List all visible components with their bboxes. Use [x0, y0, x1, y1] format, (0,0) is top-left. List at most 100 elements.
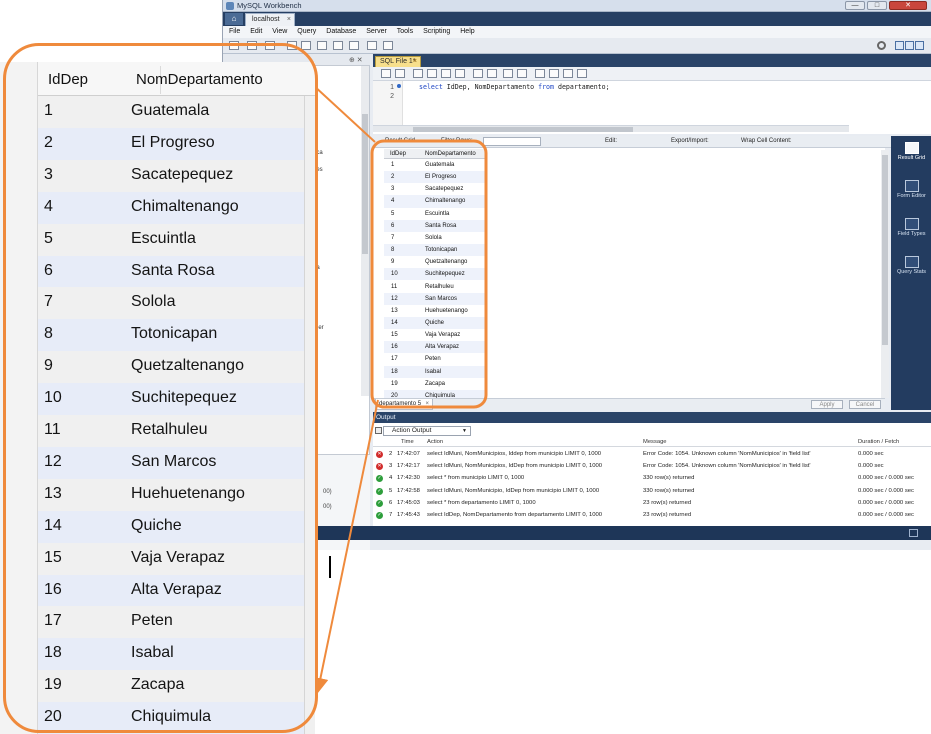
- output-row[interactable]: ✓ 7 17:45:43 select IdDep, NomDepartamento …: [373, 509, 931, 521]
- output-col-time[interactable]: Time: [401, 439, 414, 445]
- stop-icon[interactable]: [455, 69, 465, 78]
- menu-file[interactable]: File: [229, 26, 240, 38]
- cell-iddep[interactable]: 6: [391, 223, 394, 229]
- result-grid-icon[interactable]: Result Grid: [893, 142, 930, 161]
- cell-nomdepartamento[interactable]: Isabal: [425, 369, 441, 375]
- cell-iddep[interactable]: 8: [391, 247, 394, 253]
- table-row[interactable]: 4 Chimaltenango: [384, 195, 486, 208]
- table-row[interactable]: 15 Vaja Verapaz: [384, 329, 486, 341]
- table-row[interactable]: 17 Peten: [384, 353, 486, 365]
- result-scroll-thumb[interactable]: [882, 155, 888, 345]
- tab-departamento-5[interactable]: departamento 5 ×: [375, 399, 433, 410]
- editor-scroll-thumb[interactable]: [413, 127, 633, 132]
- output-row[interactable]: ✕ 3 17:42:17 select IdMuni, NomMunicipios, …: [373, 460, 931, 472]
- explain-icon[interactable]: [441, 69, 451, 78]
- output-col-message[interactable]: Message: [643, 439, 667, 445]
- cell-nomdepartamento[interactable]: Alta Verapaz: [425, 344, 459, 350]
- table-row[interactable]: 10 Suchitepequez: [384, 268, 486, 281]
- autocommit-icon[interactable]: [517, 69, 527, 78]
- cell-nomdepartamento[interactable]: Solola: [425, 235, 442, 241]
- procedure-icon[interactable]: [317, 41, 327, 50]
- menu-scripting[interactable]: Scripting: [423, 26, 450, 38]
- reconnect-icon[interactable]: [383, 41, 393, 50]
- field-types-icon[interactable]: Field Types: [893, 218, 930, 237]
- output-col-duration[interactable]: Duration / Fetch: [858, 439, 899, 445]
- beautify-icon[interactable]: [535, 69, 545, 78]
- gear-icon[interactable]: [877, 41, 886, 50]
- output-type-select[interactable]: Action Output ▼: [383, 426, 471, 436]
- cell-iddep[interactable]: 16: [391, 344, 398, 350]
- execute-icon[interactable]: [413, 69, 423, 78]
- table-row[interactable]: 6 Santa Rosa: [384, 219, 486, 232]
- cell-iddep[interactable]: 3: [391, 186, 394, 192]
- cell-nomdepartamento[interactable]: Huehuetenango: [425, 308, 468, 314]
- open-file-icon[interactable]: [381, 69, 391, 78]
- cell-iddep[interactable]: 11: [391, 284, 397, 290]
- toggle-sidebar-icon[interactable]: [895, 41, 904, 50]
- table-row[interactable]: 16 Alta Verapaz: [384, 341, 486, 354]
- cell-iddep[interactable]: 7: [391, 235, 394, 241]
- cell-nomdepartamento[interactable]: Suchitepequez: [425, 271, 465, 277]
- menu-tools[interactable]: Tools: [397, 26, 413, 38]
- table-row[interactable]: 8 Totonicapan: [384, 244, 486, 257]
- save-icon[interactable]: [395, 69, 405, 78]
- sql-query-line[interactable]: select IdDep, NomDepartamento from depar…: [419, 83, 610, 91]
- cell-iddep[interactable]: 19: [391, 381, 398, 387]
- cell-iddep[interactable]: 2: [391, 174, 394, 180]
- cell-nomdepartamento[interactable]: Sacatepequez: [425, 186, 463, 192]
- cell-iddep[interactable]: 4: [391, 198, 394, 204]
- function-icon[interactable]: [333, 41, 343, 50]
- cell-nomdepartamento[interactable]: Peten: [425, 356, 441, 362]
- output-row[interactable]: ✓ 6 17:45:03 select * from departamento LIM…: [373, 497, 931, 509]
- execute-current-icon[interactable]: [427, 69, 437, 78]
- close-icon[interactable]: ×: [287, 14, 291, 25]
- navigator-scroll-thumb[interactable]: [362, 114, 368, 254]
- cell-iddep[interactable]: 12: [391, 296, 398, 302]
- filter-rows-input[interactable]: [483, 137, 541, 146]
- cell-nomdepartamento[interactable]: Vaja Verapaz: [425, 332, 460, 338]
- navigator-options-icon[interactable]: ⊕ ✕: [349, 56, 363, 64]
- menu-help[interactable]: Help: [460, 26, 474, 38]
- cell-nomdepartamento[interactable]: Quetzaltenango: [425, 259, 467, 265]
- toggle-secondary-sidebar-icon[interactable]: [915, 41, 924, 50]
- menu-database[interactable]: Database: [326, 26, 356, 38]
- cell-iddep[interactable]: 13: [391, 308, 398, 314]
- find-icon[interactable]: [549, 69, 559, 78]
- column-header-nomdepartamento[interactable]: NomDepartamento: [425, 151, 476, 157]
- output-row[interactable]: ✓ 5 17:42:58 select IdMuni, NomMunicipio, I…: [373, 485, 931, 497]
- cell-iddep[interactable]: 10: [391, 271, 398, 277]
- cell-nomdepartamento[interactable]: Zacapa: [425, 381, 445, 387]
- commit-icon[interactable]: [487, 69, 497, 78]
- toggle-error-stop-icon[interactable]: [473, 69, 483, 78]
- table-row[interactable]: 12 San Marcos: [384, 292, 486, 305]
- cell-nomdepartamento[interactable]: Retalhuleu: [425, 284, 454, 290]
- tab-sql-file-1[interactable]: SQL File 1* ×: [375, 56, 421, 67]
- toggle-output-icon[interactable]: [905, 41, 914, 50]
- cell-iddep[interactable]: 17: [391, 356, 398, 362]
- column-header-iddep[interactable]: IdDep: [390, 151, 406, 157]
- editor-horizontal-scrollbar[interactable]: [373, 125, 849, 132]
- close-icon[interactable]: ×: [413, 57, 417, 67]
- form-editor-icon[interactable]: Form Editor: [893, 180, 930, 199]
- table-row[interactable]: 13 Huehuetenango: [384, 305, 486, 317]
- maximize-button[interactable]: □: [867, 1, 887, 10]
- cell-nomdepartamento[interactable]: Guatemala: [425, 162, 454, 168]
- table-row[interactable]: 1 Guatemala: [384, 159, 486, 171]
- output-row[interactable]: ✓ 4 17:42:30 select * from municipio LIMIT …: [373, 472, 931, 484]
- menu-server[interactable]: Server: [366, 26, 387, 38]
- output-copy-icon[interactable]: [375, 427, 382, 434]
- minimize-button[interactable]: —: [845, 1, 865, 10]
- query-stats-icon[interactable]: Query Stats: [893, 256, 930, 275]
- cell-nomdepartamento[interactable]: San Marcos: [425, 296, 457, 302]
- cancel-button[interactable]: Cancel: [849, 400, 881, 409]
- output-col-action[interactable]: Action: [427, 439, 443, 445]
- inspector-icon[interactable]: [367, 41, 377, 50]
- cell-iddep[interactable]: 9: [391, 259, 394, 265]
- table-row[interactable]: 19 Zacapa: [384, 378, 486, 390]
- cell-nomdepartamento[interactable]: Escuintla: [425, 211, 449, 217]
- cell-nomdepartamento[interactable]: Santa Rosa: [425, 223, 456, 229]
- tab-localhost[interactable]: localhost ×: [245, 13, 295, 26]
- table-row[interactable]: 5 Escuintla: [384, 208, 486, 220]
- rollback-icon[interactable]: [503, 69, 513, 78]
- cell-iddep[interactable]: 5: [391, 211, 394, 217]
